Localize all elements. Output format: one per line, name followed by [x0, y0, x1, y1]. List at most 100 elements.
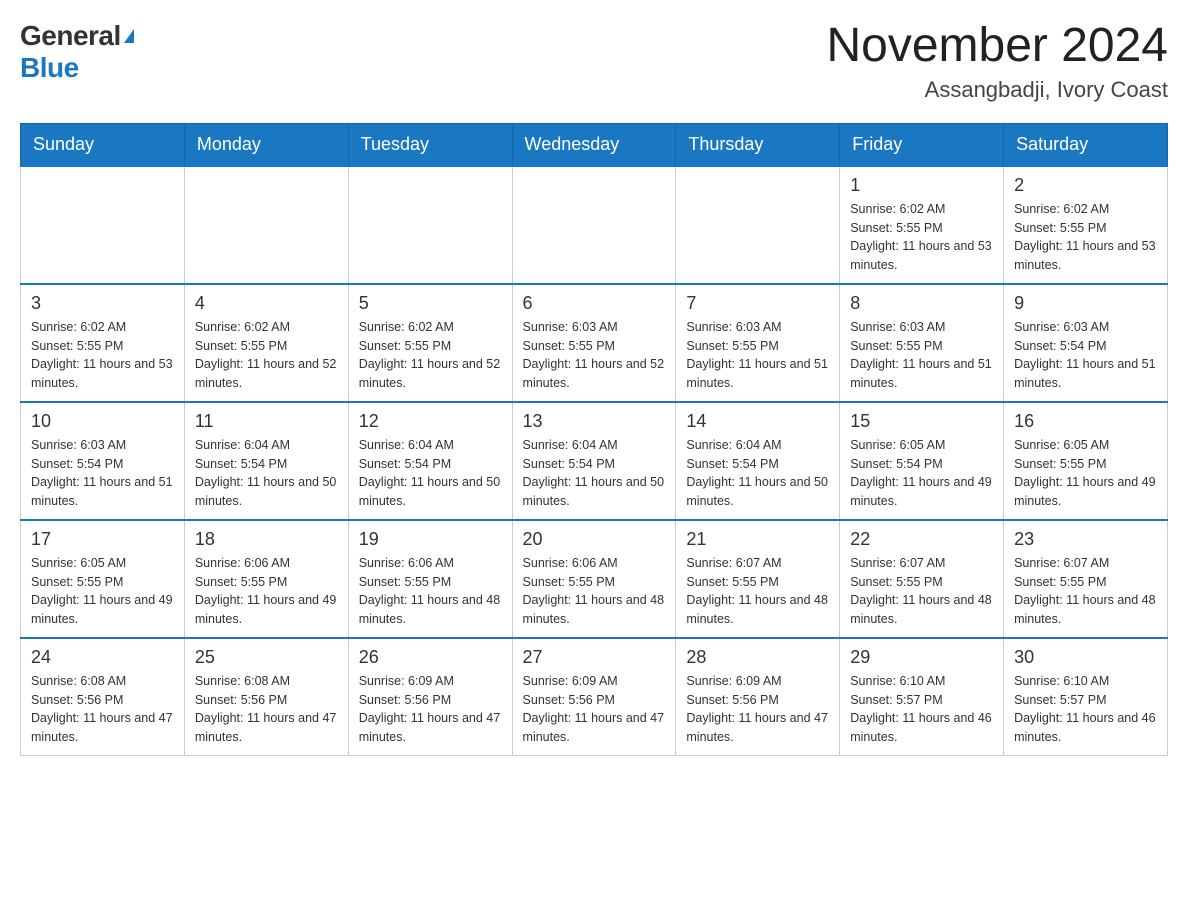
logo-general-text: General	[20, 20, 121, 52]
day-number: 1	[850, 175, 993, 196]
week-row-1: 1 Sunrise: 6:02 AM Sunset: 5:55 PM Daylig…	[21, 166, 1168, 284]
day-info: Sunrise: 6:09 AM Sunset: 5:56 PM Dayligh…	[523, 672, 666, 747]
day-info: Sunrise: 6:03 AM Sunset: 5:54 PM Dayligh…	[31, 436, 174, 511]
day-number: 8	[850, 293, 993, 314]
weekday-header-friday: Friday	[840, 123, 1004, 166]
calendar-title: November 2024	[826, 20, 1168, 73]
day-number: 11	[195, 411, 338, 432]
day-info: Sunrise: 6:02 AM Sunset: 5:55 PM Dayligh…	[1014, 200, 1157, 275]
day-number: 15	[850, 411, 993, 432]
day-info: Sunrise: 6:04 AM Sunset: 5:54 PM Dayligh…	[686, 436, 829, 511]
calendar-cell: 7Sunrise: 6:03 AM Sunset: 5:55 PM Daylig…	[676, 284, 840, 402]
weekday-header-wednesday: Wednesday	[512, 123, 676, 166]
calendar-cell: 15 Sunrise: 6:05 AM Sunset: 5:54 PM Dayli…	[840, 402, 1004, 520]
calendar-cell: 30 Sunrise: 6:10 AM Sunset: 5:57 PM Dayli…	[1004, 638, 1168, 756]
calendar-cell: 20 Sunrise: 6:06 AM Sunset: 5:55 PM Dayli…	[512, 520, 676, 638]
weekday-header-thursday: Thursday	[676, 123, 840, 166]
calendar-cell: 2 Sunrise: 6:02 AM Sunset: 5:55 PM Daylig…	[1004, 166, 1168, 284]
day-number: 18	[195, 529, 338, 550]
calendar-cell: 14 Sunrise: 6:04 AM Sunset: 5:54 PM Dayli…	[676, 402, 840, 520]
day-info: Sunrise: 6:04 AM Sunset: 5:54 PM Dayligh…	[523, 436, 666, 511]
calendar-cell: 24 Sunrise: 6:08 AM Sunset: 5:56 PM Dayli…	[21, 638, 185, 756]
day-info: Sunrise: 6:02 AM Sunset: 5:55 PM Dayligh…	[359, 318, 502, 393]
calendar-subtitle: Assangbadji, Ivory Coast	[826, 77, 1168, 103]
day-number: 22	[850, 529, 993, 550]
day-number: 26	[359, 647, 502, 668]
calendar-cell: 4Sunrise: 6:02 AM Sunset: 5:55 PM Daylig…	[184, 284, 348, 402]
day-number: 24	[31, 647, 174, 668]
day-info: Sunrise: 6:09 AM Sunset: 5:56 PM Dayligh…	[686, 672, 829, 747]
day-number: 9	[1014, 293, 1157, 314]
calendar-cell	[676, 166, 840, 284]
day-number: 23	[1014, 529, 1157, 550]
day-number: 10	[31, 411, 174, 432]
calendar-cell: 8 Sunrise: 6:03 AM Sunset: 5:55 PM Daylig…	[840, 284, 1004, 402]
calendar-cell: 27Sunrise: 6:09 AM Sunset: 5:56 PM Dayli…	[512, 638, 676, 756]
calendar-cell: 1 Sunrise: 6:02 AM Sunset: 5:55 PM Daylig…	[840, 166, 1004, 284]
calendar-cell: 10 Sunrise: 6:03 AM Sunset: 5:54 PM Dayli…	[21, 402, 185, 520]
day-number: 5	[359, 293, 502, 314]
calendar-cell: 6 Sunrise: 6:03 AM Sunset: 5:55 PM Daylig…	[512, 284, 676, 402]
day-info: Sunrise: 6:02 AM Sunset: 5:55 PM Dayligh…	[31, 318, 174, 393]
day-info: Sunrise: 6:07 AM Sunset: 5:55 PM Dayligh…	[850, 554, 993, 629]
day-info: Sunrise: 6:05 AM Sunset: 5:54 PM Dayligh…	[850, 436, 993, 511]
day-info: Sunrise: 6:06 AM Sunset: 5:55 PM Dayligh…	[523, 554, 666, 629]
weekday-header-tuesday: Tuesday	[348, 123, 512, 166]
calendar-header-row: SundayMondayTuesdayWednesdayThursdayFrid…	[21, 123, 1168, 166]
day-info: Sunrise: 6:03 AM Sunset: 5:54 PM Dayligh…	[1014, 318, 1157, 393]
calendar-cell: 22 Sunrise: 6:07 AM Sunset: 5:55 PM Dayli…	[840, 520, 1004, 638]
day-info: Sunrise: 6:07 AM Sunset: 5:55 PM Dayligh…	[1014, 554, 1157, 629]
day-number: 6	[523, 293, 666, 314]
day-number: 30	[1014, 647, 1157, 668]
calendar-cell	[184, 166, 348, 284]
day-info: Sunrise: 6:10 AM Sunset: 5:57 PM Dayligh…	[850, 672, 993, 747]
day-info: Sunrise: 6:08 AM Sunset: 5:56 PM Dayligh…	[31, 672, 174, 747]
calendar-cell: 29Sunrise: 6:10 AM Sunset: 5:57 PM Dayli…	[840, 638, 1004, 756]
week-row-5: 24 Sunrise: 6:08 AM Sunset: 5:56 PM Dayli…	[21, 638, 1168, 756]
calendar-cell: 26Sunrise: 6:09 AM Sunset: 5:56 PM Dayli…	[348, 638, 512, 756]
day-info: Sunrise: 6:07 AM Sunset: 5:55 PM Dayligh…	[686, 554, 829, 629]
weekday-header-sunday: Sunday	[21, 123, 185, 166]
week-row-4: 17Sunrise: 6:05 AM Sunset: 5:55 PM Dayli…	[21, 520, 1168, 638]
day-number: 16	[1014, 411, 1157, 432]
calendar-cell: 23 Sunrise: 6:07 AM Sunset: 5:55 PM Dayli…	[1004, 520, 1168, 638]
calendar-cell: 21Sunrise: 6:07 AM Sunset: 5:55 PM Dayli…	[676, 520, 840, 638]
day-number: 28	[686, 647, 829, 668]
day-info: Sunrise: 6:06 AM Sunset: 5:55 PM Dayligh…	[195, 554, 338, 629]
calendar-cell: 25 Sunrise: 6:08 AM Sunset: 5:56 PM Dayli…	[184, 638, 348, 756]
week-row-2: 3Sunrise: 6:02 AM Sunset: 5:55 PM Daylig…	[21, 284, 1168, 402]
calendar-table: SundayMondayTuesdayWednesdayThursdayFrid…	[20, 123, 1168, 756]
day-info: Sunrise: 6:06 AM Sunset: 5:55 PM Dayligh…	[359, 554, 502, 629]
day-number: 14	[686, 411, 829, 432]
calendar-cell: 18 Sunrise: 6:06 AM Sunset: 5:55 PM Dayli…	[184, 520, 348, 638]
day-info: Sunrise: 6:10 AM Sunset: 5:57 PM Dayligh…	[1014, 672, 1157, 747]
day-number: 4	[195, 293, 338, 314]
calendar-cell: 5 Sunrise: 6:02 AM Sunset: 5:55 PM Daylig…	[348, 284, 512, 402]
calendar-cell: 13 Sunrise: 6:04 AM Sunset: 5:54 PM Dayli…	[512, 402, 676, 520]
calendar-cell	[512, 166, 676, 284]
logo-blue-text: Blue	[20, 52, 79, 83]
day-info: Sunrise: 6:02 AM Sunset: 5:55 PM Dayligh…	[850, 200, 993, 275]
day-info: Sunrise: 6:04 AM Sunset: 5:54 PM Dayligh…	[359, 436, 502, 511]
calendar-cell: 3Sunrise: 6:02 AM Sunset: 5:55 PM Daylig…	[21, 284, 185, 402]
weekday-header-saturday: Saturday	[1004, 123, 1168, 166]
day-number: 19	[359, 529, 502, 550]
week-row-3: 10 Sunrise: 6:03 AM Sunset: 5:54 PM Dayli…	[21, 402, 1168, 520]
calendar-cell: 19 Sunrise: 6:06 AM Sunset: 5:55 PM Dayli…	[348, 520, 512, 638]
day-number: 13	[523, 411, 666, 432]
day-number: 25	[195, 647, 338, 668]
day-info: Sunrise: 6:08 AM Sunset: 5:56 PM Dayligh…	[195, 672, 338, 747]
day-info: Sunrise: 6:03 AM Sunset: 5:55 PM Dayligh…	[523, 318, 666, 393]
calendar-cell	[21, 166, 185, 284]
logo: General Blue	[20, 20, 134, 84]
day-info: Sunrise: 6:03 AM Sunset: 5:55 PM Dayligh…	[850, 318, 993, 393]
logo-triangle-icon	[124, 29, 134, 43]
calendar-cell	[348, 166, 512, 284]
page-header: General Blue November 2024 Assangbadji, …	[20, 20, 1168, 103]
day-number: 17	[31, 529, 174, 550]
calendar-cell: 11Sunrise: 6:04 AM Sunset: 5:54 PM Dayli…	[184, 402, 348, 520]
calendar-cell: 16Sunrise: 6:05 AM Sunset: 5:55 PM Dayli…	[1004, 402, 1168, 520]
day-number: 20	[523, 529, 666, 550]
weekday-header-monday: Monday	[184, 123, 348, 166]
day-number: 2	[1014, 175, 1157, 196]
